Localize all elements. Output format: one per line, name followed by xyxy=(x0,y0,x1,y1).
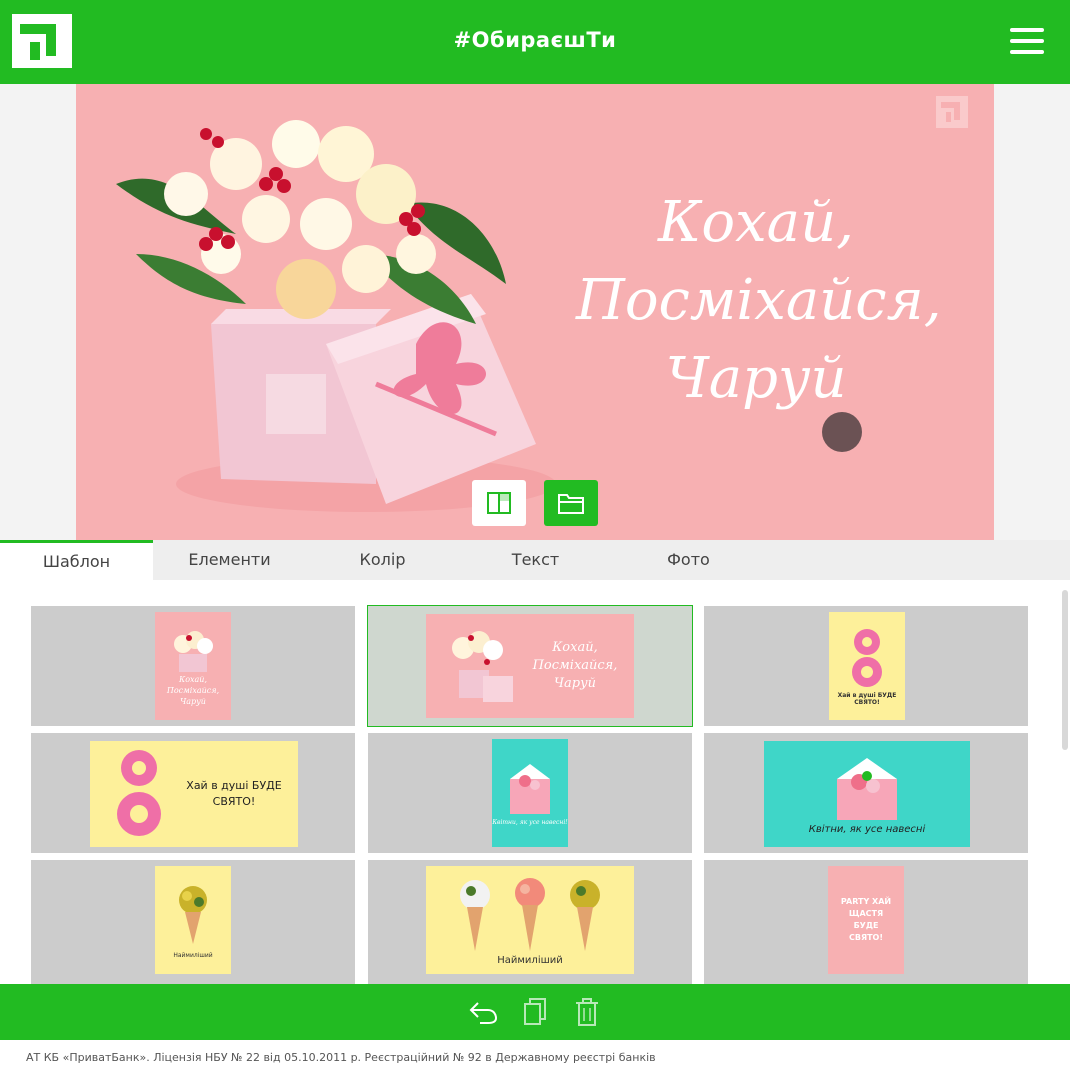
greeting-line-3: Чаруй xyxy=(665,346,847,411)
template-caption: Кохай, Посміхайся, Чаруй xyxy=(532,640,618,691)
template-caption: PARTY ХАЙ ЩАСТЯ БУДЕ СВЯТО! xyxy=(840,897,892,942)
tab-template[interactable]: Шаблон xyxy=(0,540,153,580)
template-cell-t2[interactable]: Кохай, Посміхайся, Чаруй xyxy=(367,605,693,727)
template-caption: Хай в душі БУДЕ СВЯТО! xyxy=(837,692,897,706)
template-thumb: Хай в душі БУДЕ СВЯТО! xyxy=(829,612,905,720)
template-cell-t5[interactable]: Квітни, як усе навесні! xyxy=(368,733,692,853)
template-caption: Хай в душі БУДЕ СВЯТО! xyxy=(186,779,282,808)
template-cell-t8[interactable]: Наймиліший xyxy=(368,860,692,984)
flip-layout-button[interactable] xyxy=(472,480,526,526)
template-cell-t3[interactable]: Хай в душі БУДЕ СВЯТО! xyxy=(704,606,1028,726)
tab-elements[interactable]: Елементи xyxy=(153,540,306,580)
template-cell-t4[interactable]: Хай в душі БУДЕ СВЯТО! xyxy=(31,733,355,853)
page-title: #ОбираєшТи xyxy=(453,28,617,52)
legal-footer: АТ КБ «ПриватБанк». Ліцензія НБУ № 22 ві… xyxy=(26,1051,656,1064)
template-cell-t6[interactable]: Квітни, як усе навесні xyxy=(704,733,1028,853)
template-thumb: Наймиліший xyxy=(426,866,634,974)
template-thumb: Квітни, як усе навесні xyxy=(764,741,970,847)
hamburger-menu-icon[interactable] xyxy=(1010,26,1046,56)
template-cell-t7[interactable]: Наймиліший xyxy=(31,860,355,984)
undo-icon[interactable] xyxy=(467,996,499,1028)
tab-text[interactable]: Текст xyxy=(459,540,612,580)
template-thumb: Хай в душі БУДЕ СВЯТО! xyxy=(90,741,298,847)
grid-scrollbar[interactable] xyxy=(1062,590,1068,750)
greeting-text[interactable]: Кохай, Посміхайся, Чаруй xyxy=(576,184,942,418)
drag-handle[interactable] xyxy=(822,412,862,452)
action-bar xyxy=(0,984,1070,1040)
trash-icon[interactable] xyxy=(571,996,603,1028)
copy-icon[interactable] xyxy=(519,996,551,1028)
template-cell-t1[interactable]: Кохай, Посміхайся, Чаруй xyxy=(31,606,355,726)
template-thumb: Квітни, як усе навесні! xyxy=(492,739,568,847)
open-folder-button[interactable] xyxy=(544,480,598,526)
watermark-logo-icon xyxy=(936,96,968,128)
template-thumb: Кохай, Посміхайся, Чаруй xyxy=(426,614,634,718)
template-caption: Наймиліший xyxy=(173,951,213,959)
template-cell-t9[interactable]: PARTY ХАЙ ЩАСТЯ БУДЕ СВЯТО! xyxy=(704,860,1028,984)
tab-photo[interactable]: Фото xyxy=(612,540,765,580)
postcard-canvas[interactable]: Кохай, Посміхайся, Чаруй xyxy=(76,84,994,540)
template-grid: Кохай, Посміхайся, Чаруй Кохай, Посміхай… xyxy=(0,580,1070,984)
editor-stage: Кохай, Посміхайся, Чаруй xyxy=(0,84,1070,540)
editor-tabs: Шаблон Елементи Колір Текст Фото xyxy=(0,540,1070,580)
greeting-line-2: Посміхайся, xyxy=(576,268,942,333)
greeting-line-1: Кохай, xyxy=(658,190,854,255)
template-thumb: PARTY ХАЙ ЩАСТЯ БУДЕ СВЯТО! xyxy=(828,866,904,974)
bouquet-gift-illustration xyxy=(116,120,556,512)
app-header: #ОбираєшТи xyxy=(0,0,1070,84)
template-caption: Квітни, як усе навесні! xyxy=(492,819,568,826)
template-caption: Наймиліший xyxy=(497,954,563,966)
folder-icon xyxy=(558,494,584,514)
template-thumb: Кохай, Посміхайся, Чаруй xyxy=(155,612,231,720)
tab-color[interactable]: Колір xyxy=(306,540,459,580)
template-caption: Квітни, як усе навесні xyxy=(808,823,926,835)
layout-split-icon xyxy=(487,492,511,514)
template-thumb: Наймиліший xyxy=(155,866,231,974)
template-caption: Кохай, Посміхайся, Чаруй xyxy=(166,674,220,706)
